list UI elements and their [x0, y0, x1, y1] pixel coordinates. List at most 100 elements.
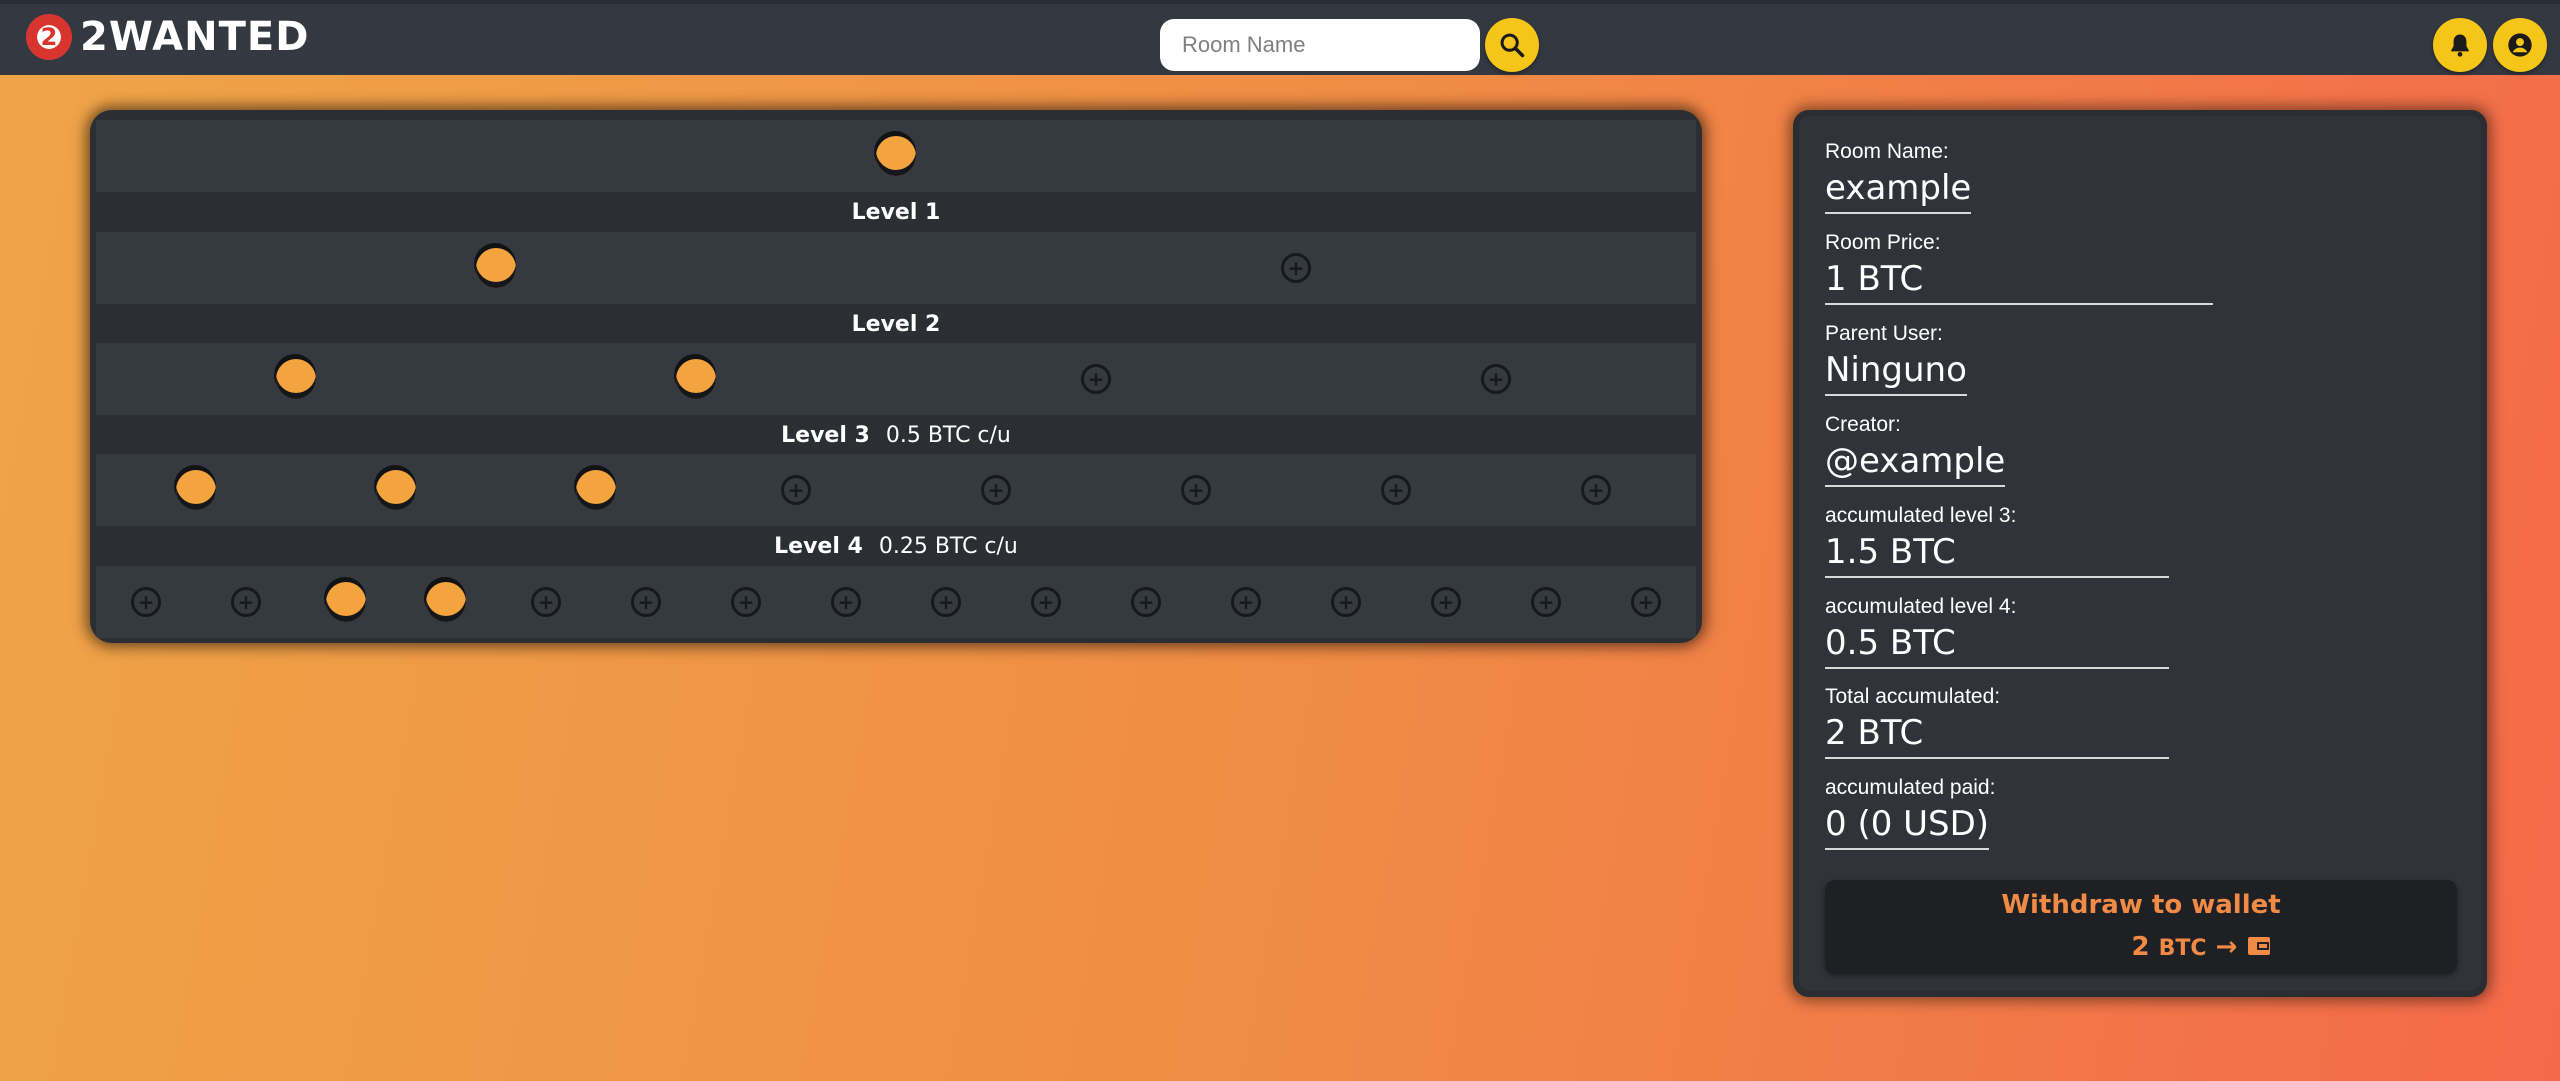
acc-level-4-value: 0.5 BTC [1825, 623, 2169, 669]
top-navbar: 2 2WANTED [0, 0, 2560, 75]
occupied-node [876, 136, 916, 176]
withdraw-to-wallet-button[interactable]: Withdraw to wallet 2 BTC → [1825, 880, 2457, 972]
room-price-label: Room Price: [1825, 231, 1941, 254]
room-tree-panel: Level 1 + Level 2 + + Level 3 0.5 BTC c/u… [90, 110, 1702, 643]
level-3-row: + + [96, 343, 1696, 415]
empty-node-add-button[interactable]: + [631, 587, 661, 617]
room-search-input[interactable] [1160, 19, 1480, 71]
room-price-value: 1 BTC [1825, 259, 2213, 305]
empty-node-add-button[interactable]: + [931, 587, 961, 617]
empty-node-add-button[interactable]: + [731, 587, 761, 617]
plus-icon: + [987, 478, 1005, 502]
plus-icon: + [937, 590, 955, 614]
plus-icon: + [137, 590, 155, 614]
plus-icon: + [837, 590, 855, 614]
accumulated-paid-value: 0 (0 USD) [1825, 804, 1990, 850]
level-1-label: Level 1 [851, 199, 941, 225]
empty-node-add-button[interactable]: + [1481, 364, 1511, 394]
level-3-band: Level 3 0.5 BTC c/u [96, 415, 1696, 455]
occupied-node [376, 470, 416, 510]
withdraw-unit: BTC [2158, 936, 2207, 961]
empty-node-add-button[interactable]: + [1431, 587, 1461, 617]
accumulated-paid-label: accumulated paid: [1825, 776, 1996, 799]
empty-node-add-button[interactable]: + [1181, 475, 1211, 505]
occupied-node [476, 248, 516, 288]
plus-icon: + [787, 478, 805, 502]
room-info-panel: Room Name: example Room Price: 1 BTC Par… [1793, 110, 2487, 997]
withdraw-amount-line: 2 BTC → [1825, 932, 2457, 962]
brand[interactable]: 2 2WANTED [26, 14, 309, 60]
empty-node-add-button[interactable]: + [1531, 587, 1561, 617]
level-3-label: Level 3 [781, 422, 870, 448]
accumulated-paid-field: accumulated paid: 0 (0 USD) [1825, 776, 1995, 850]
user-circle-icon [2508, 33, 2532, 57]
withdraw-amount: 2 [2131, 932, 2150, 962]
plus-icon: + [737, 590, 755, 614]
room-name-value: example [1825, 168, 1972, 214]
plus-icon: + [537, 590, 555, 614]
plus-icon: + [1587, 478, 1605, 502]
plus-icon: + [1437, 590, 1455, 614]
empty-node-add-button[interactable]: + [1581, 475, 1611, 505]
empty-node-add-button[interactable]: + [1381, 475, 1411, 505]
acc-level-4-field: accumulated level 4: 0.5 BTC [1825, 595, 2169, 669]
empty-node-add-button[interactable]: + [131, 587, 161, 617]
level-4-row: + + + + + [96, 454, 1696, 526]
empty-node-add-button[interactable]: + [1281, 253, 1311, 283]
plus-icon: + [1137, 590, 1155, 614]
plus-icon: + [1237, 590, 1255, 614]
empty-node-add-button[interactable]: + [1631, 587, 1661, 617]
occupied-node [326, 582, 366, 622]
room-name-field: Room Name: example [1825, 140, 1972, 214]
empty-node-add-button[interactable]: + [1081, 364, 1111, 394]
plus-icon: + [1287, 256, 1305, 280]
occupied-node [576, 470, 616, 510]
parent-user-label: Parent User: [1825, 322, 1943, 345]
search-button[interactable] [1485, 18, 1539, 72]
plus-icon: + [1087, 367, 1105, 391]
empty-node-add-button[interactable]: + [1131, 587, 1161, 617]
room-name-label: Room Name: [1825, 140, 1949, 163]
creator-label: Creator: [1825, 413, 1901, 436]
empty-node-add-button[interactable]: + [831, 587, 861, 617]
plus-icon: + [1387, 478, 1405, 502]
acc-level-3-label: accumulated level 3: [1825, 504, 2017, 527]
level-2-row: + [96, 232, 1696, 304]
level-4-price: 0.25 BTC c/u [878, 533, 1018, 559]
parent-user-field: Parent User: Ninguno [1825, 322, 1967, 396]
empty-node-add-button[interactable]: + [531, 587, 561, 617]
empty-node-add-button[interactable]: + [1031, 587, 1061, 617]
plus-icon: + [1637, 590, 1655, 614]
empty-node-add-button[interactable]: + [1331, 587, 1361, 617]
notifications-button[interactable] [2433, 18, 2487, 72]
level-2-band: Level 2 [96, 304, 1696, 344]
level-3-price: 0.5 BTC c/u [885, 422, 1011, 448]
acc-level-3-value: 1.5 BTC [1825, 532, 2169, 578]
occupied-node [676, 359, 716, 399]
occupied-node [176, 470, 216, 510]
search-icon [1500, 33, 1525, 58]
plus-icon: + [237, 590, 255, 614]
empty-node-add-button[interactable]: + [1231, 587, 1261, 617]
parent-user-value: Ninguno [1825, 350, 1967, 396]
level-4-label: Level 4 [774, 533, 863, 559]
acc-level-4-label: accumulated level 4: [1825, 595, 2017, 618]
total-accumulated-field: Total accumulated: 2 BTC [1825, 685, 2169, 759]
account-button[interactable] [2493, 18, 2547, 72]
plus-icon: + [1337, 590, 1355, 614]
occupied-node [426, 582, 466, 622]
empty-node-add-button[interactable]: + [231, 587, 261, 617]
level-1-band: Level 1 [96, 192, 1696, 232]
withdraw-title: Withdraw to wallet [2001, 890, 2281, 920]
room-price-field: Room Price: 1 BTC [1825, 231, 2213, 305]
brand-name: 2WANTED [80, 14, 310, 60]
level-1-row [96, 120, 1696, 192]
bell-icon [2451, 34, 2469, 57]
empty-node-add-button[interactable]: + [781, 475, 811, 505]
creator-field: Creator: @example [1825, 413, 2006, 487]
plus-icon: + [1187, 478, 1205, 502]
level-4-band: Level 4 0.25 BTC c/u [96, 526, 1696, 566]
wallet-icon [2247, 937, 2270, 955]
empty-node-add-button[interactable]: + [981, 475, 1011, 505]
total-accumulated-label: Total accumulated: [1825, 685, 2001, 708]
